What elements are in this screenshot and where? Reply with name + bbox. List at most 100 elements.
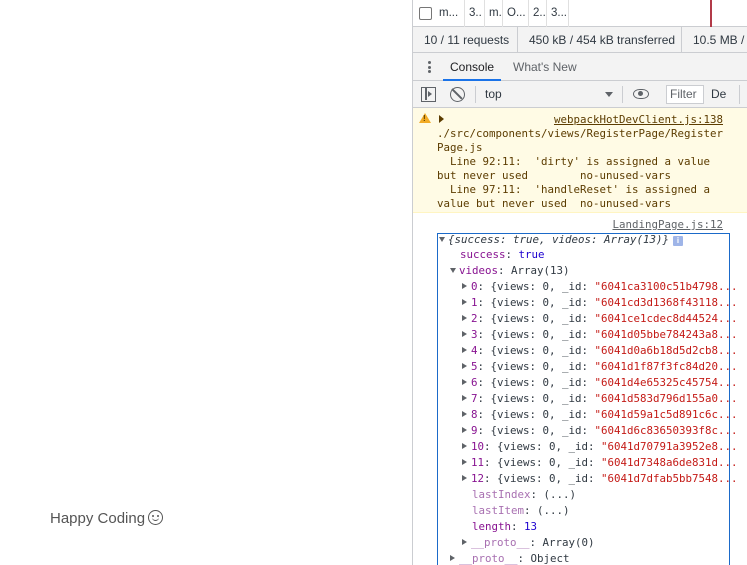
toolbar-divider [622,86,623,103]
expand-triangle-icon[interactable] [462,347,467,353]
video-item-row[interactable]: 3: {views: 0, _id: "6041d05bbe784243a8..… [462,328,738,342]
property-value: (...) [543,488,577,501]
request-time-cell: 3... [547,0,569,27]
info-icon[interactable]: i [673,236,684,246]
video-item-row[interactable]: 1: {views: 0, _id: "6041cd3d1368f43118..… [462,296,738,310]
video-item-row[interactable]: 7: {views: 0, _id: "6041d583d796d155a0..… [462,392,738,406]
video-item-row[interactable]: 5: {views: 0, _id: "6041d1f87f3fc84d20..… [462,360,738,374]
network-summary-bar: 10 / 11 requests 450 kB / 454 kB transfe… [413,27,747,53]
expand-triangle-icon[interactable] [462,363,467,369]
item-index: 3 [471,328,478,341]
console-toolbar: top Filter De [413,81,747,108]
video-item-row[interactable]: 0: {views: 0, _id: "6041ca3100c51b4798..… [462,280,738,294]
item-id: "6041d70791a3952e8... [601,440,738,453]
property-value: (...) [537,504,570,517]
item-summary: {views: 0, _id: [490,408,595,421]
warning-source-link[interactable]: webpackHotDevClient.js:138 [554,113,723,127]
item-id: "6041d6c83650393f8c... [594,424,738,437]
chevron-down-icon[interactable] [605,92,613,97]
item-index: 2 [471,312,478,325]
video-item-row[interactable]: 11: {views: 0, _id: "6041d7348a6de831d..… [462,456,738,470]
toolbar-divider [475,86,476,103]
network-request-row[interactable]: m... 3.. m.. O... 2.. 3... [413,0,747,27]
expand-triangle-icon[interactable] [462,427,467,433]
item-id: "6041ce1cdec8d44524... [594,312,738,325]
expand-triangle-icon[interactable] [462,395,467,401]
last-item-row[interactable]: lastItem: (...) [472,504,570,518]
item-summary: {views: 0, _id: [490,392,595,405]
clear-console-icon[interactable] [450,87,465,102]
expand-triangle-icon[interactable] [450,555,455,561]
item-id: "6041d0a6b18d5d2cb8... [594,344,738,357]
request-size-cell: 2.. [529,0,547,27]
log-levels-dropdown[interactable]: De [711,81,726,108]
success-property-row[interactable]: success: true [460,248,545,262]
object-summary: {success: true, videos: Array(13)} [448,233,670,246]
expand-triangle-icon[interactable] [462,315,467,321]
expand-triangle-icon[interactable] [462,475,467,481]
drawer-tabbar: Console What's New [413,53,747,81]
property-value: Array(0) [542,536,595,549]
expand-triangle-icon[interactable] [462,379,467,385]
item-index: 5 [471,360,478,373]
expand-triangle-icon[interactable] [462,299,467,305]
expand-triangle-icon[interactable] [462,459,467,465]
video-item-row[interactable]: 8: {views: 0, _id: "6041d59a1c5d891c6c..… [462,408,738,422]
toolbar-divider [739,85,740,104]
expand-triangle-icon[interactable] [462,331,467,337]
collapse-triangle-icon[interactable] [450,268,456,273]
object-summary-row[interactable]: {success: true, videos: Array(13)} i [439,233,684,247]
item-index: 7 [471,392,478,405]
array-proto-row[interactable]: __proto__: Array(0) [462,536,595,550]
happy-coding-label: Happy Coding [50,510,146,527]
expand-triangle-icon[interactable] [462,283,467,289]
item-id: "6041d1f87f3fc84d20... [594,360,738,373]
warning-line: Line 92:11: 'dirty' is assigned a value [437,155,711,168]
item-index: 8 [471,408,478,421]
video-item-row[interactable]: 4: {views: 0, _id: "6041d0a6b18d5d2cb8..… [462,344,738,358]
tab-console[interactable]: Console [443,53,502,81]
last-index-row[interactable]: lastIndex: (...) [472,488,576,502]
expand-triangle-icon[interactable] [462,443,467,449]
drawer-menu-icon[interactable] [428,61,431,73]
expand-triangle-icon[interactable] [462,411,467,417]
object-proto-row[interactable]: __proto__: Object [450,552,570,565]
video-item-row[interactable]: 12: {views: 0, _id: "6041d7dfab5bb7548..… [462,472,738,486]
item-id: "6041d7dfab5bb7548... [601,472,738,485]
log-source-link[interactable]: LandingPage.js:12 [612,218,723,232]
live-expression-eye-icon[interactable] [633,89,649,99]
item-summary: {views: 0, _id: [497,456,602,469]
property-key: length [472,520,512,533]
waterfall-marker [710,0,712,27]
tab-whats-new[interactable]: What's New [506,53,584,81]
video-item-row[interactable]: 2: {views: 0, _id: "6041ce1cdec8d44524..… [462,312,738,326]
expand-triangle-icon[interactable] [439,115,444,123]
request-type-cell: m.. [485,0,503,27]
property-key: __proto__ [471,536,530,549]
request-name-cell: m... [435,0,465,27]
devtools-panel: m... 3.. m.. O... 2.. 3... 10 / 11 reque… [412,0,747,565]
property-key: lastItem [472,504,525,517]
length-row[interactable]: length: 13 [472,520,537,534]
show-sidebar-icon[interactable] [421,87,436,102]
resources-size: 10.5 MB / [681,27,744,53]
item-index: 4 [471,344,478,357]
property-key: lastIndex [472,488,531,501]
warning-line: but never used no-unused-vars [437,169,672,182]
item-id: "6041d05bbe784243a8... [594,328,738,341]
item-summary: {views: 0, _id: [490,296,595,309]
context-selector[interactable]: top [485,81,502,108]
item-summary: {views: 0, _id: [490,280,595,293]
property-value: Object [530,552,570,565]
video-item-row[interactable]: 10: {views: 0, _id: "6041d70791a3952e8..… [462,440,738,454]
video-item-row[interactable]: 6: {views: 0, _id: "6041d4e65325c45754..… [462,376,738,390]
requests-count: 10 / 11 requests [424,33,510,47]
console-output: webpackHotDevClient.js:138 ./src/compone… [413,108,747,565]
video-item-row[interactable]: 9: {views: 0, _id: "6041d6c83650393f8c..… [462,424,738,438]
property-value: 13 [524,520,538,533]
filter-input[interactable]: Filter [666,85,704,104]
expand-triangle-icon[interactable] [462,539,467,545]
collapse-triangle-icon[interactable] [439,237,445,242]
videos-property-row[interactable]: videos: Array(13) [450,264,570,278]
row-checkbox[interactable] [419,7,432,20]
